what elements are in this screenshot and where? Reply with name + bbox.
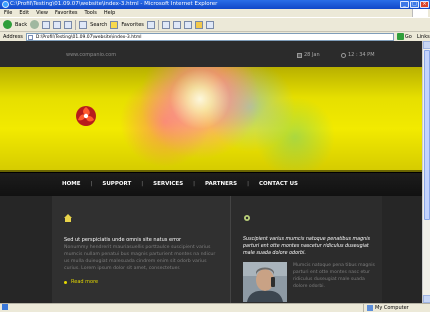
time-text: 12 : 34 PM — [348, 52, 375, 58]
search-button-label[interactable]: Search — [90, 22, 107, 28]
toolbar-divider — [75, 19, 77, 30]
computer-icon — [367, 305, 373, 311]
menu-file[interactable]: File — [4, 9, 12, 17]
standard-toolbar: Back Search Favorites — [0, 17, 430, 31]
folder-icon[interactable] — [194, 20, 203, 29]
security-zone-label: My Computer — [375, 305, 409, 311]
messenger-icon[interactable] — [205, 20, 214, 29]
nav-contact-us[interactable]: CONTACT US — [249, 181, 308, 187]
stop-icon[interactable] — [42, 20, 51, 29]
window-title: C:\Profil\Testing\01.09.07\website\index… — [10, 1, 218, 7]
nav-items: HOME | SUPPORT | SERVICES | PARTNERS | C… — [52, 181, 308, 187]
home-icon — [64, 214, 72, 222]
nav-partners[interactable]: PARTNERS — [195, 181, 247, 187]
close-button[interactable]: × — [420, 1, 429, 8]
back-arrow-icon[interactable] — [3, 20, 12, 29]
windows-logo-icon — [412, 9, 428, 17]
left-content-column: Sed ut perspiciatis unde omnis site natu… — [52, 196, 230, 303]
date-display: 28 Jan — [297, 52, 320, 58]
clock-icon — [341, 52, 346, 58]
refresh-icon[interactable] — [53, 20, 62, 29]
bullet-icon — [64, 280, 67, 284]
nav-home[interactable]: HOME — [52, 181, 91, 187]
favorites-star-icon[interactable] — [110, 20, 119, 29]
right-body-text: Mumcis natoque pena tibus magnis parturi… — [293, 263, 375, 289]
page-viewport: www.companio.com 28 Jan 12 : 34 PM HOME … — [0, 41, 422, 303]
nav-support[interactable]: SUPPORT — [92, 181, 141, 187]
person-on-phone-image — [243, 262, 287, 302]
scroll-down-arrow-icon[interactable] — [423, 295, 430, 303]
menu-help[interactable]: Help — [104, 9, 115, 17]
site-logo-icon[interactable] — [75, 105, 97, 127]
gear-icon — [244, 215, 250, 221]
hero-banner — [0, 67, 422, 172]
maximize-button[interactable]: □ — [410, 1, 419, 8]
vertical-scrollbar[interactable] — [422, 41, 430, 303]
address-input[interactable]: D:\Profil\Testing\01.09.07\website\index… — [25, 32, 394, 41]
go-arrow-icon — [396, 33, 404, 40]
links-button[interactable]: Links — [417, 34, 430, 40]
page-loaded-icon — [2, 304, 8, 310]
read-more-link[interactable]: Read more — [64, 279, 98, 285]
status-bar: My Computer — [0, 303, 430, 312]
go-label: Go — [404, 33, 412, 40]
menu-favorites[interactable]: Favorites — [55, 9, 78, 17]
left-body-text: Nonummy hendrerit mauriasuellis porttaul… — [64, 245, 216, 271]
main-navigation: HOME | SUPPORT | SERVICES | PARTNERS | C… — [0, 172, 422, 196]
nav-services[interactable]: SERVICES — [143, 181, 193, 187]
toolbar-divider — [157, 19, 159, 30]
scrollbar-thumb[interactable] — [424, 50, 430, 220]
window-title-bar: C:\Profil\Testing\01.09.07\website\index… — [0, 0, 430, 9]
person-photo — [243, 262, 287, 302]
ie-logo-icon — [2, 1, 9, 8]
page-icon — [27, 34, 33, 40]
right-lead-text: Suscipient varius mumcis natoque penatib… — [243, 237, 371, 256]
window-controls: _ □ × — [400, 1, 429, 8]
back-button-label[interactable]: Back — [15, 22, 27, 28]
home-toolbar-icon[interactable] — [64, 20, 73, 29]
site-url[interactable]: www.companio.com — [66, 52, 116, 58]
menu-tools[interactable]: Tools — [85, 9, 97, 17]
forward-arrow-icon[interactable] — [30, 20, 40, 29]
favorites-button-label[interactable]: Favorites — [121, 22, 144, 28]
mail-icon[interactable] — [161, 20, 170, 29]
menu-bar: File Edit View Favorites Tools Help — [0, 9, 430, 17]
go-button[interactable]: Go — [396, 33, 412, 40]
address-bar: Address D:\Profil\Testing\01.09.07\websi… — [0, 31, 430, 41]
read-more-label: Read more — [71, 279, 99, 285]
calendar-icon — [297, 52, 302, 58]
search-icon[interactable] — [79, 20, 88, 29]
edit-icon[interactable] — [183, 20, 192, 29]
history-icon[interactable] — [146, 20, 155, 29]
time-display: 12 : 34 PM — [341, 52, 375, 58]
security-zone: My Computer — [363, 304, 409, 312]
menu-view[interactable]: View — [36, 9, 48, 17]
date-text: 28 Jan — [304, 52, 320, 58]
address-label: Address — [3, 33, 23, 40]
site-top-bar: www.companio.com 28 Jan 12 : 34 PM — [0, 41, 422, 67]
left-lead-text: Sed ut perspiciatis unde omnis site natu… — [64, 237, 182, 243]
scroll-up-arrow-icon[interactable] — [423, 41, 430, 49]
print-icon[interactable] — [172, 20, 181, 29]
right-content-column: Suscipient varius mumcis natoque penatib… — [230, 196, 382, 303]
status-left — [2, 304, 8, 310]
address-value: D:\Profil\Testing\01.09.07\website\index… — [35, 34, 142, 40]
menu-edit[interactable]: Edit — [19, 9, 29, 17]
minimize-button[interactable]: _ — [400, 1, 409, 8]
